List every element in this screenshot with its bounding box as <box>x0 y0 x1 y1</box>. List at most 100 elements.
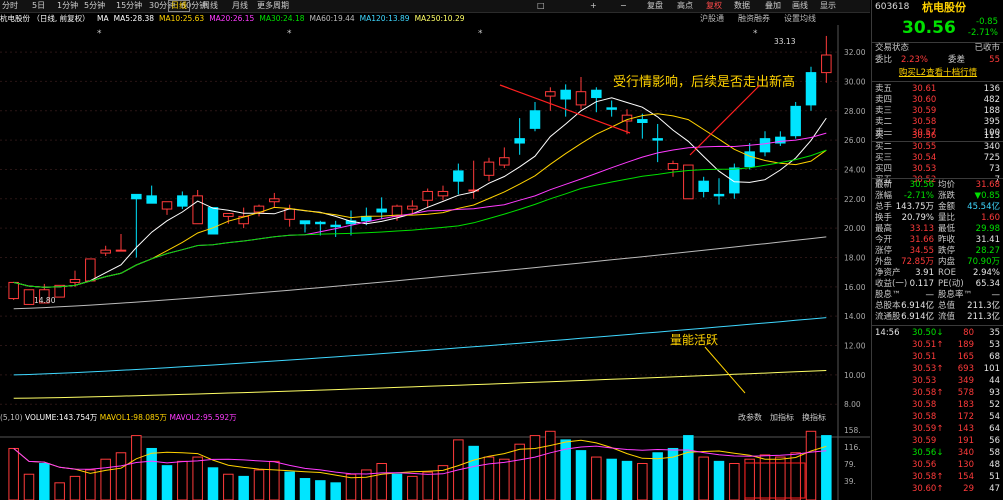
volume-bar <box>805 430 817 500</box>
tick-count: 53 <box>989 340 1000 350</box>
tick-count: 35 <box>989 328 1000 338</box>
chart-tab-0[interactable]: 沪股通 <box>700 14 724 23</box>
tick-row: 30.51 165 68 <box>872 352 1003 363</box>
ask-label: 卖二 <box>875 117 893 127</box>
toolbar-item-3[interactable]: 5分钟 <box>82 0 107 12</box>
candle <box>284 208 295 220</box>
stat-label-2: ROE <box>938 268 956 278</box>
volume-bar <box>69 475 81 500</box>
price-change: -0.85 <box>976 17 998 27</box>
kline-chart[interactable]: 8.00 10.00 12.00 14.00 16.00 18.00 20.00 22.00 2… <box>0 25 870 500</box>
volume-bar <box>499 458 510 500</box>
wei-bi-row: 委比 2.23% 委差 55 <box>872 55 1003 66</box>
volume-bar <box>514 443 525 500</box>
tick-volume: 154 <box>957 472 974 482</box>
candle <box>407 205 418 210</box>
volume-bar <box>591 456 602 500</box>
volume-bar <box>683 435 694 500</box>
tick-row: 30.51↑ 189 53 <box>872 340 1003 351</box>
toolbar-item-4[interactable]: 15分钟 <box>114 0 144 12</box>
event-star[interactable]: * <box>478 29 483 39</box>
y-tick-label: 24.00 <box>844 165 866 174</box>
volume-bar <box>223 473 234 500</box>
candle <box>177 195 188 207</box>
bid-label: 买一 <box>875 131 893 141</box>
event-star[interactable]: * <box>287 29 292 39</box>
toolbar-item-9[interactable]: 月线 <box>230 0 250 12</box>
tick-price: 30.58 <box>912 400 937 410</box>
ma-label-7: MA250:10.29 <box>414 14 465 23</box>
chart-tab-2[interactable]: 设置均线 <box>784 14 816 23</box>
mavol1-value: MAVOL1:98.085万 <box>99 413 168 422</box>
bid-label: 买二 <box>875 142 893 152</box>
stat-row: 涨停 34.55 跌停 28.27 <box>872 246 1003 257</box>
ask-price: 30.59 <box>912 106 937 116</box>
tick-list[interactable]: 14:56 30.50↓ 80 35 30.51↑ 189 53 30.51 165 68 30.5… <box>872 328 1003 500</box>
stat-value-2: — <box>991 290 1001 300</box>
toolbar-right-5[interactable]: 复权 <box>704 0 724 12</box>
tick-count: 54 <box>989 412 1000 422</box>
volume-action-2[interactable]: 换指标 <box>802 413 826 422</box>
volume-bar <box>177 460 188 500</box>
tick-row: 30.59 191 56 <box>872 436 1003 447</box>
toolbar-right-3[interactable]: 复盘 <box>645 0 665 12</box>
event-star[interactable]: * <box>753 29 758 39</box>
toolbar-right-1[interactable]: + <box>588 0 599 12</box>
chart-tab-1[interactable]: 融资融券 <box>738 14 770 23</box>
volume-bar <box>376 463 387 500</box>
candle <box>652 138 663 141</box>
tick-price: 30.60↑ <box>912 484 944 494</box>
volume-action-1[interactable]: 加指标 <box>770 413 794 422</box>
stat-value-2: 31.68 <box>975 180 1000 190</box>
level2-link[interactable]: 购买L2查看十档行情 <box>872 68 1003 79</box>
tick-price: 30.58 <box>912 412 937 422</box>
toolbar-item-1[interactable]: 5日 <box>30 0 47 12</box>
stat-label-1: 最高 <box>875 224 893 234</box>
volume-bar <box>207 467 219 500</box>
volume-bar <box>652 452 663 500</box>
tick-volume: 165 <box>957 352 974 362</box>
volume-action-0[interactable]: 改参数 <box>738 413 762 422</box>
tick-price: 30.58↑ <box>912 472 944 482</box>
ask-price: 30.58 <box>912 117 937 127</box>
toolbar-right-4[interactable]: 高点 <box>675 0 695 12</box>
toolbar-right-7[interactable]: 叠加 <box>763 0 783 12</box>
event-star[interactable]: * <box>97 29 102 39</box>
ask-row: 卖三 30.59 188 <box>872 106 1003 117</box>
candle <box>23 289 35 305</box>
volume-bar <box>529 435 541 500</box>
volume-bar <box>790 452 801 500</box>
vol-tick-label: 39. <box>844 477 856 486</box>
toolbar-right-2[interactable]: − <box>618 0 629 12</box>
stat-value-1: 20.79% <box>901 213 934 223</box>
candle <box>667 163 679 170</box>
stat-value-1: 6.914亿 <box>901 312 934 322</box>
volume-bar <box>391 473 403 500</box>
toolbar-right-0[interactable]: □ <box>535 0 547 12</box>
toolbar-item-8[interactable]: 周线 <box>200 0 220 12</box>
volume-bar <box>146 447 157 500</box>
tick-row: 30.56 130 48 <box>872 460 1003 471</box>
ask-volume: 136 <box>983 84 1000 94</box>
toolbar-right-6[interactable]: 数据 <box>732 0 752 12</box>
ma-label-1: MA5:28.38 <box>113 14 155 23</box>
stat-row: 外盘 72.85万 内盘 70.90万 <box>872 257 1003 268</box>
tick-volume: 29 <box>963 484 974 494</box>
y-tick-label: 14.00 <box>844 312 866 321</box>
toolbar-item-7[interactable]: 日线 <box>168 0 190 12</box>
toolbar-item-10[interactable]: 更多周期 <box>255 0 291 12</box>
tick-count: 101 <box>983 364 1000 374</box>
bid-price: 30.54 <box>912 153 937 163</box>
stat-value-2: 2.94% <box>972 268 1000 278</box>
stat-label-1: 总手 <box>875 202 893 212</box>
toolbar-right-8[interactable]: 画线 <box>790 0 810 12</box>
ma-label-6: MA120:13.89 <box>359 14 410 23</box>
candle <box>269 198 280 203</box>
volume-bar <box>698 456 709 500</box>
toolbar-right-9[interactable]: 显示 <box>818 0 838 12</box>
candle <box>744 151 755 168</box>
stat-row: 最新 30.56 均价 31.68 <box>872 180 1003 191</box>
tick-count: 44 <box>989 376 1000 386</box>
toolbar-item-2[interactable]: 1分钟 <box>55 0 80 12</box>
toolbar-item-0[interactable]: 分时 <box>0 0 20 12</box>
